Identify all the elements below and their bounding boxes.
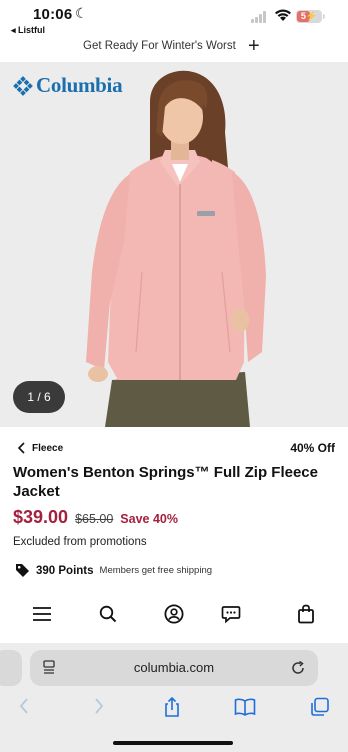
cellular-signal-icon [251,11,269,23]
gallery-counter: 1 / 6 [13,381,65,413]
share-icon[interactable] [162,697,182,717]
price-row: $39.00 $65.00 Save 40% [13,507,178,528]
breadcrumb-fleece[interactable]: Fleece [32,443,63,454]
promo-text: Get Ready For Winter's Worst [83,40,236,52]
bag-icon[interactable] [295,603,317,625]
back-app-label: Listful [18,25,46,35]
product-image-gallery[interactable]: Columbia 1 / 6 [0,62,348,427]
promo-banner[interactable]: Get Ready For Winter's Worst + [0,35,348,62]
back-arrow-icon[interactable] [15,697,33,715]
focus-moon-icon: ☾ [75,5,88,21]
back-to-app-link[interactable]: ◂ Listful [11,25,45,36]
bottom-nav [0,600,348,628]
chevron-left-icon[interactable] [17,442,27,454]
original-price: $65.00 [75,512,114,526]
search-icon[interactable] [97,603,119,625]
browser-toolbar: columbia.com [0,643,348,752]
url-text: columbia.com [133,660,215,675]
previous-tab[interactable] [0,650,22,686]
columbia-diamond-icon [13,75,33,96]
brand-logo[interactable]: Columbia [13,73,123,98]
home-indicator [113,741,233,745]
expand-promo-icon[interactable]: + [248,35,260,58]
promo-exclusion-note: Excluded from promotions [13,536,147,548]
chat-icon[interactable] [220,603,242,625]
bookmarks-icon[interactable] [234,697,256,717]
discount-badge: 40% Off [290,441,335,455]
rewards-points: 390 Points [36,564,94,577]
tabs-icon[interactable] [310,697,330,717]
status-time: 10:06 [33,6,73,23]
reload-icon[interactable] [290,660,306,676]
rewards-row: 390 Points Members get free shipping [15,563,212,578]
brand-name: Columbia [36,73,123,97]
status-bar: 10:06 ☾ ◂ Listful 5⚡ [0,0,348,38]
shipping-note: Members get free shipping [99,565,213,576]
battery-icon: 5⚡ [296,10,325,23]
product-photo [0,62,348,427]
price-tag-icon [16,564,29,577]
product-title: Women's Benton Springs™ Full Zip Fleece … [13,464,318,500]
address-bar[interactable]: columbia.com [30,650,318,686]
menu-icon[interactable] [31,603,53,625]
wifi-icon [275,9,291,21]
savings-label: Save 40% [120,512,178,526]
account-icon[interactable] [163,603,185,625]
forward-arrow-icon[interactable] [90,697,108,715]
breadcrumb-row: Fleece 40% Off [17,440,335,458]
sale-price: $39.00 [13,507,69,527]
